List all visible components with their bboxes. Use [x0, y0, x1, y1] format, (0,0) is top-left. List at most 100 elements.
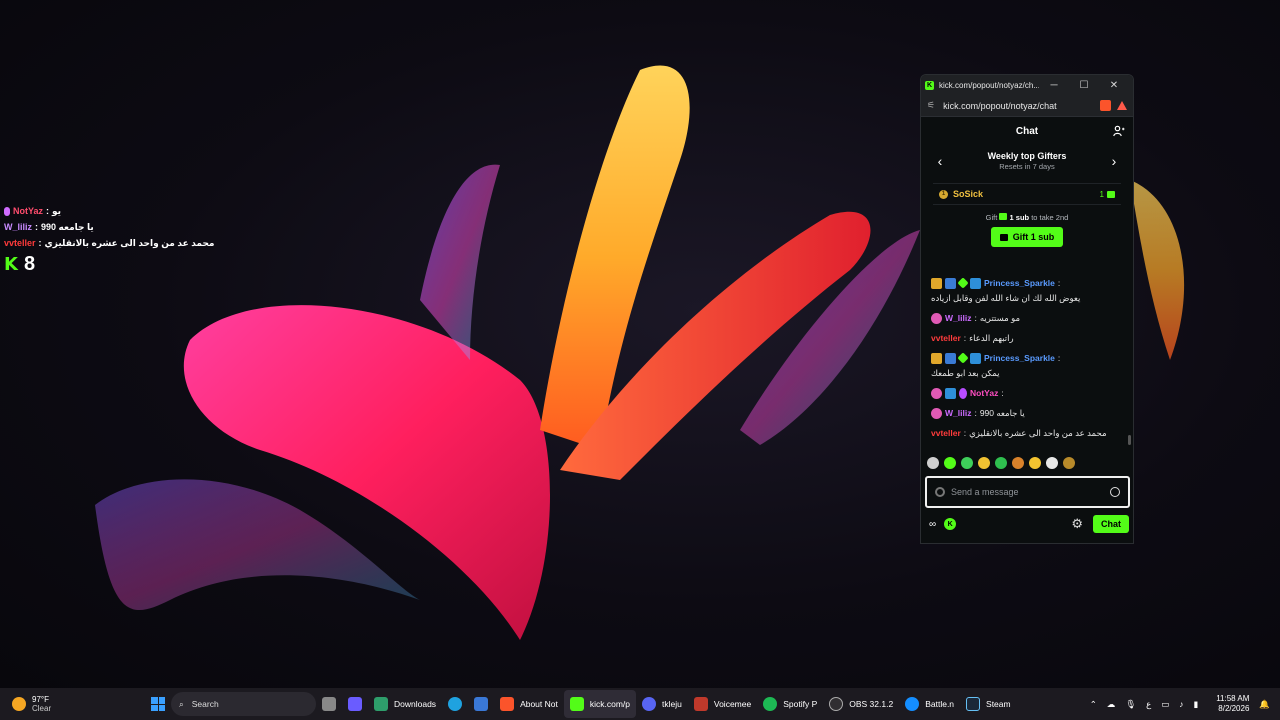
kick-points-icon[interactable]: K — [944, 518, 957, 530]
gifters-title: Weekly top Gifters — [987, 151, 1067, 161]
overlay-separator: : — [38, 238, 42, 248]
language-indicator[interactable]: ع — [1146, 699, 1151, 710]
gift-note: Gift 1 sub to take 2nd — [933, 213, 1121, 222]
chevron-up-icon[interactable]: ⌃ — [1090, 699, 1097, 710]
chat-message: W_liliz : 990 يا جامعه — [931, 407, 1123, 419]
cloud-icon[interactable]: ☁ — [1107, 699, 1116, 710]
brave-shields-icon[interactable] — [1100, 100, 1111, 111]
grid-badge-icon — [945, 352, 956, 364]
taskbar-app-store[interactable] — [468, 690, 494, 718]
gift-sub-button[interactable]: Gift 1 sub — [991, 227, 1063, 247]
weekly-gifters-panel: ‹ Weekly top Gifters Resets in 7 days › … — [921, 145, 1133, 247]
taskbar-app-m365[interactable] — [342, 690, 368, 718]
close-button[interactable]: ✕ — [1099, 80, 1129, 91]
window-title: kick.com/popout/notyaz/ch... — [939, 80, 1039, 90]
infinity-points-icon[interactable]: ∞ — [929, 519, 936, 530]
discord-icon — [642, 697, 657, 711]
task-view-button[interactable] — [316, 690, 342, 718]
users-icon[interactable] — [1113, 125, 1125, 137]
chat-separator: : — [1057, 278, 1061, 288]
store-icon — [474, 697, 489, 711]
taskbar-app-downloads[interactable]: Downloads — [368, 690, 442, 718]
address-bar[interactable]: ⚟ kick.com/popout/notyaz/chat — [921, 95, 1133, 117]
emote-icon[interactable] — [944, 457, 956, 469]
emote-icon[interactable] — [927, 457, 939, 469]
chat-message: W_liliz : مو مستتريه — [931, 312, 1123, 324]
notification-bell-icon[interactable]: 🔔 — [1259, 699, 1270, 710]
gifter-count-value: 1 — [1099, 189, 1104, 199]
obs-icon — [829, 697, 844, 711]
battery-icon[interactable]: ▮ — [1194, 699, 1199, 710]
taskbar-app-kick[interactable]: kick.com/p — [563, 690, 637, 718]
overlay-message: يو — [52, 206, 62, 216]
site-settings-icon[interactable]: ⚟ — [927, 100, 935, 111]
chat-username[interactable]: Princess_Sparkle — [984, 352, 1055, 364]
overlay-username: W_liliz — [4, 222, 33, 232]
overlay-line: W_liliz : 990 يا جامعه — [4, 219, 174, 235]
chat-username[interactable]: W_liliz — [945, 407, 971, 419]
taskbar-app-spotify[interactable]: Spotify P — [757, 690, 823, 718]
chat-bottom-bar: ∞ K ⚙ Chat — [929, 515, 1129, 533]
overlay-message: محمد عد من واحد الى عشره بالانقليزي — [44, 238, 215, 248]
chat-username[interactable]: Princess_Sparkle — [984, 277, 1055, 289]
taskbar-app-edge[interactable] — [442, 690, 468, 718]
chat-text: يمكن بعد ابو طمعك — [931, 368, 1000, 378]
overlay-message: 990 يا جامعه — [41, 222, 94, 232]
gift-note-bold: 1 sub — [1009, 213, 1030, 222]
chat-username[interactable]: NotYaz — [970, 387, 998, 399]
gifter-count: 1 — [1100, 190, 1115, 199]
spotify-icon — [763, 697, 778, 711]
chat-text: مو مستتريه — [979, 313, 1021, 323]
url-text[interactable]: kick.com/popout/notyaz/chat — [943, 101, 1096, 111]
emote-icon[interactable] — [1063, 457, 1075, 469]
brave-rewards-icon[interactable] — [1117, 101, 1127, 110]
chat-username[interactable]: W_liliz — [945, 312, 971, 324]
top-gifter-row: 1 SoSick 1 — [933, 183, 1121, 205]
clock[interactable]: 11:58 AM 8/2/2026 — [1216, 694, 1249, 714]
maximize-button[interactable]: ☐ — [1069, 80, 1099, 91]
emote-icon[interactable] — [961, 457, 973, 469]
taskbar-app-voicemeeter[interactable]: Voicemee — [688, 690, 757, 718]
message-input[interactable] — [951, 487, 1110, 497]
taskbar-app-discord[interactable]: tkleju — [636, 690, 688, 718]
minimize-button[interactable]: ─ — [1039, 80, 1069, 91]
chevron-left-icon[interactable]: ‹ — [933, 153, 947, 169]
taskbar-search[interactable]: ⌕ Search — [171, 692, 316, 716]
message-input-box[interactable] — [925, 476, 1130, 508]
chat-username[interactable]: vvteller — [931, 332, 961, 344]
taskbar-app-brave[interactable]: About Not — [494, 690, 564, 718]
volume-icon[interactable]: ♪ — [1179, 699, 1183, 709]
chat-messages[interactable]: Princess_Sparkle : يعوض الله لك ان شاء ا… — [921, 277, 1133, 455]
gifters-subtitle: Resets in 7 days — [999, 162, 1055, 171]
emote-icon[interactable] — [1012, 457, 1024, 469]
viewer-count: K 8 — [4, 253, 174, 276]
taskbar-app-label: Steam — [986, 699, 1011, 709]
taskbar-app-label: Voicemee — [713, 699, 752, 709]
kick-favicon-icon: K — [925, 80, 934, 90]
weather-widget[interactable]: 97°F Clear — [0, 695, 145, 713]
search-label: Search — [191, 699, 219, 709]
taskbar-app-steam[interactable]: Steam — [960, 690, 1017, 718]
emoji-picker-icon[interactable] — [1110, 487, 1120, 497]
taskbar-app-label: OBS 32.1.2 — [849, 699, 894, 709]
taskbar-app-obs[interactable]: OBS 32.1.2 — [823, 690, 899, 718]
weather-temp: 97°F — [32, 695, 49, 704]
taskbar-app-battlenet[interactable]: Battle.n — [899, 690, 960, 718]
mic-icon[interactable]: 🎙 — [1125, 699, 1136, 710]
sun-icon — [12, 697, 26, 711]
emote-icon[interactable] — [978, 457, 990, 469]
gift-icon — [1107, 190, 1115, 198]
chat-scrollbar[interactable] — [1128, 435, 1131, 445]
record-icon[interactable] — [935, 487, 945, 497]
start-button[interactable] — [145, 690, 171, 718]
network-icon[interactable]: ▭ — [1161, 699, 1169, 710]
taskbar-app-label: Spotify P — [783, 699, 818, 709]
chevron-right-icon[interactable]: › — [1107, 153, 1121, 169]
kick-logo-icon: K — [4, 254, 18, 275]
emote-icon[interactable] — [1029, 457, 1041, 469]
emote-icon[interactable] — [1046, 457, 1058, 469]
chat-username[interactable]: vvteller — [931, 427, 961, 439]
gear-icon[interactable]: ⚙ — [1071, 516, 1083, 532]
emote-icon[interactable] — [995, 457, 1007, 469]
send-chat-button[interactable]: Chat — [1093, 515, 1129, 533]
